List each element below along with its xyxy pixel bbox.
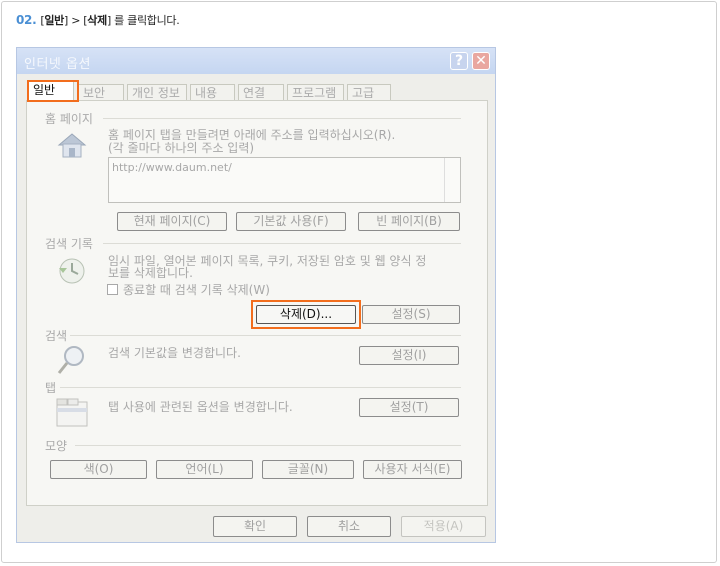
cancel-button[interactable]: 취소 bbox=[307, 516, 391, 537]
home-page-url-text: http://www.daum.net/ bbox=[112, 161, 232, 174]
delete-on-exit-label: 종료할 때 검색 기록 삭제(W) bbox=[123, 283, 270, 297]
tabs-description: 탭 사용에 관련된 옵션을 변경합니다. bbox=[108, 400, 293, 414]
use-blank-button[interactable]: 빈 페이지(B) bbox=[358, 212, 460, 231]
home-page-hint: (각 줄마다 하나의 주소 입력) bbox=[108, 141, 255, 155]
divider bbox=[103, 118, 461, 119]
house-icon bbox=[57, 133, 87, 158]
highlight-general-tab bbox=[27, 80, 79, 102]
tab-security[interactable]: 보안 bbox=[78, 84, 124, 101]
search-settings-button[interactable]: 설정(I) bbox=[359, 346, 459, 365]
step-text: ] 를 클릭합니다. bbox=[106, 14, 180, 27]
search-description: 검색 기본값을 변경합니다. bbox=[108, 346, 241, 360]
magnifier-icon bbox=[57, 346, 84, 374]
delete-on-exit-checkbox[interactable] bbox=[107, 284, 118, 295]
step-bold-general: 일반 bbox=[44, 14, 64, 27]
highlight-delete-button bbox=[251, 300, 361, 329]
tabs-icon bbox=[56, 398, 88, 427]
ok-button[interactable]: 확인 bbox=[213, 516, 297, 537]
step-text: ] > [ bbox=[64, 14, 88, 27]
use-default-button[interactable]: 기본값 사용(F) bbox=[236, 212, 346, 231]
title-bar: 인터넷 옵션 ? ✕ bbox=[17, 48, 495, 74]
divider bbox=[103, 243, 461, 244]
fonts-button[interactable]: 글꼴(N) bbox=[262, 460, 354, 479]
history-clock-icon bbox=[59, 258, 85, 284]
home-page-header: 홈 페이지 bbox=[45, 112, 93, 126]
tab-content[interactable]: 내용 bbox=[190, 84, 235, 101]
tab-privacy[interactable]: 개인 정보 bbox=[127, 84, 187, 101]
url-scrollbar[interactable] bbox=[444, 158, 460, 202]
dialog-title: 인터넷 옵션 bbox=[24, 57, 91, 72]
use-current-button[interactable]: 현재 페이지(C) bbox=[117, 212, 227, 231]
divider bbox=[60, 387, 461, 388]
divider bbox=[75, 445, 461, 446]
colors-button[interactable]: 색(O) bbox=[50, 460, 147, 479]
apply-button[interactable]: 적용(A) bbox=[401, 516, 486, 537]
step-instruction: 02. [일반] > [삭제] 를 클릭합니다. bbox=[16, 12, 180, 28]
tabs-settings-button[interactable]: 설정(T) bbox=[359, 398, 459, 417]
history-settings-button[interactable]: 설정(S) bbox=[362, 305, 460, 324]
step-number: 02. bbox=[16, 13, 37, 27]
search-header: 검색 bbox=[45, 329, 68, 343]
history-description-line2: 보를 삭제합니다. bbox=[108, 266, 193, 280]
languages-button[interactable]: 언어(L) bbox=[156, 460, 253, 479]
divider bbox=[70, 335, 461, 336]
help-button[interactable]: ? bbox=[450, 52, 468, 70]
tab-advanced[interactable]: 고급 bbox=[347, 84, 391, 101]
home-page-url-input[interactable]: http://www.daum.net/ bbox=[108, 157, 461, 203]
appearance-header: 모양 bbox=[45, 439, 68, 453]
browsing-history-header: 검색 기록 bbox=[45, 237, 93, 251]
close-button[interactable]: ✕ bbox=[472, 52, 490, 70]
step-bold-delete: 삭제 bbox=[87, 14, 107, 27]
accessibility-button[interactable]: 사용자 서식(E) bbox=[363, 460, 462, 479]
tab-connections[interactable]: 연결 bbox=[238, 84, 284, 101]
tab-programs[interactable]: 프로그램 bbox=[287, 84, 344, 101]
tabs-header: 탭 bbox=[45, 381, 57, 395]
